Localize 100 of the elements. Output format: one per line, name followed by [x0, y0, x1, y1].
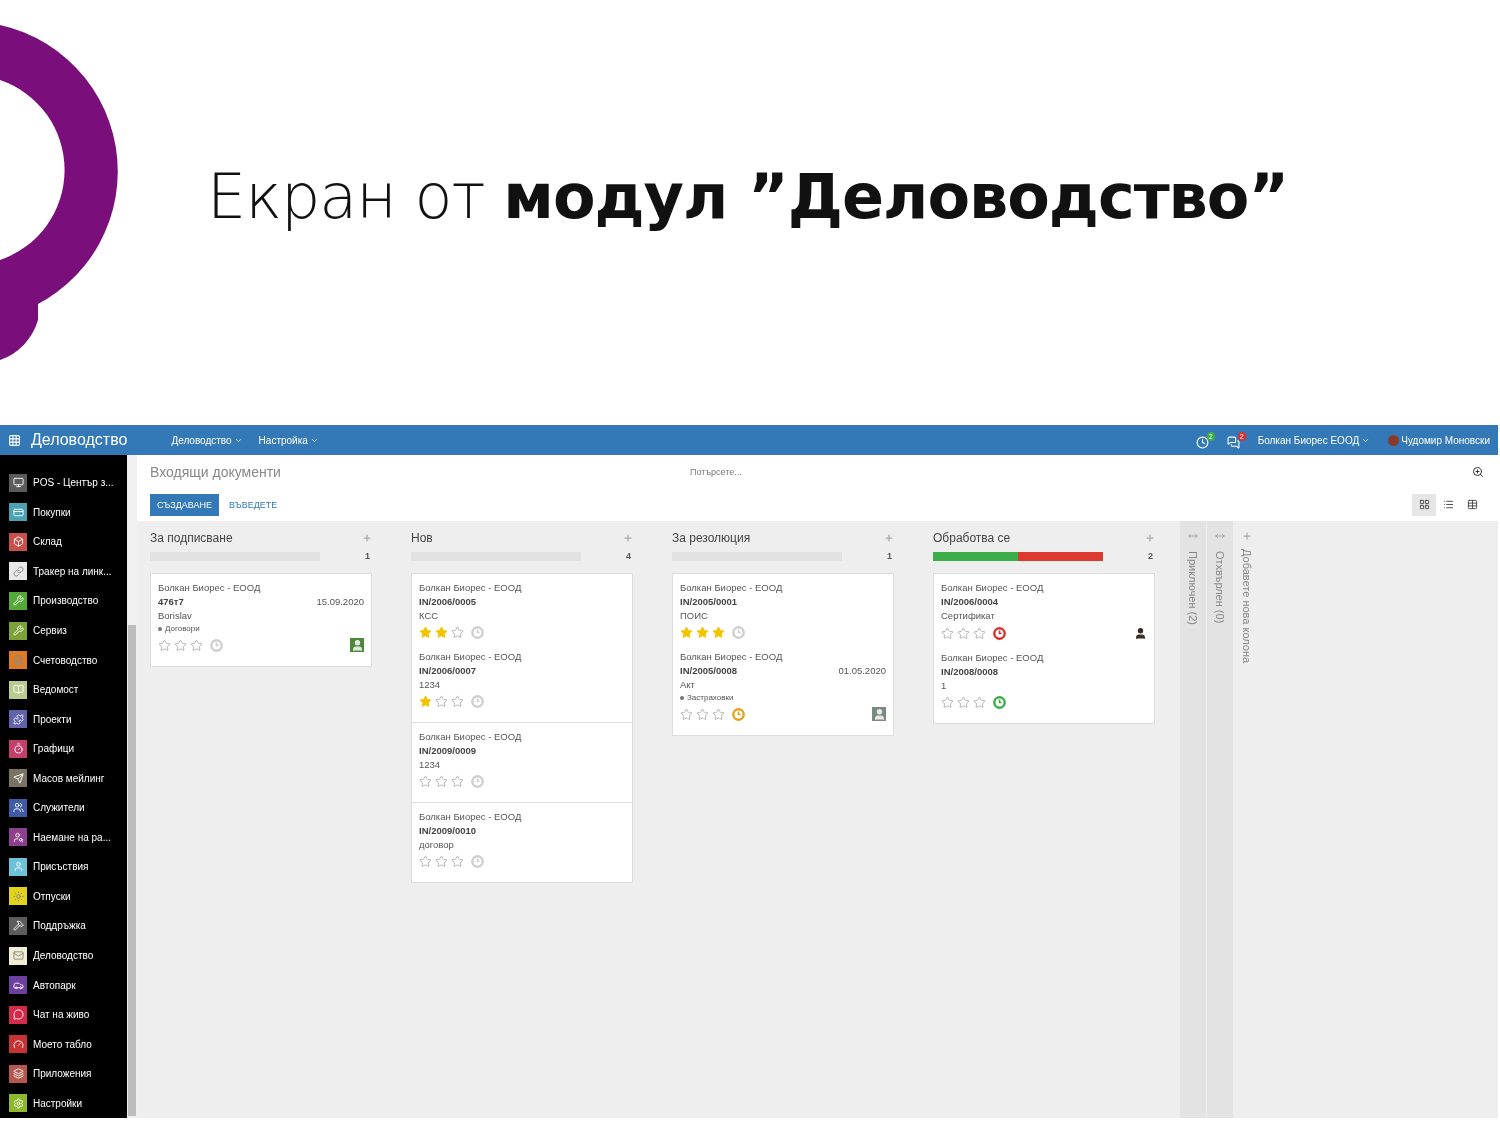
nav-menu[interactable]: Деловодство — [171, 434, 243, 446]
sidebar-item[interactable]: POS - Център з... — [0, 468, 127, 498]
record-card[interactable]: Болкан Биорес - ЕООД IN/2005/0001 ПОИС Болкан Биорес - ЕООД IN/2005/0008 01.05.2020 Акт Застраховки — [672, 573, 894, 736]
sidebar-item[interactable]: Склад — [0, 527, 127, 557]
add-icon[interactable] — [1145, 533, 1155, 543]
document-subject: КСС — [419, 610, 440, 621]
empty-star-icon[interactable] — [158, 638, 171, 652]
brand-title: Деловодство — [31, 431, 128, 449]
empty-star-icon[interactable] — [957, 626, 970, 640]
empty-star-icon[interactable] — [435, 695, 448, 708]
table-icon — [1466, 499, 1478, 510]
document-tag: Застраховки — [687, 693, 734, 702]
sidebar-item[interactable]: Ведомост — [0, 674, 127, 705]
empty-star-icon[interactable] — [419, 855, 432, 868]
sidebar-item[interactable]: Производство — [0, 586, 127, 616]
empty-star-icon[interactable] — [451, 855, 464, 868]
company-name: Болкан Биорес - ЕООД — [419, 582, 523, 593]
filled-star-icon[interactable] — [435, 626, 448, 639]
empty-star-icon[interactable] — [174, 638, 187, 652]
document-number: IN/2005/0001 — [680, 596, 738, 607]
add-icon[interactable] — [1242, 531, 1252, 541]
document-subject: договор — [419, 839, 455, 850]
clock-icon[interactable] — [993, 626, 1006, 640]
record-card[interactable]: Болкан Биорес - ЕООД IN/2009/0010 договор — [411, 802, 633, 883]
add-icon[interactable] — [623, 533, 633, 543]
sidebar-item[interactable]: Графици — [0, 733, 127, 764]
sidebar-item[interactable]: Присъствия — [0, 852, 127, 882]
empty-star-icon[interactable] — [680, 707, 693, 721]
sidebar-item[interactable]: Отпуски — [0, 881, 127, 912]
add-icon[interactable] — [884, 533, 894, 543]
apps-menu-icon[interactable] — [8, 433, 21, 447]
company-name: Болкан Биорес - ЕООД — [419, 651, 523, 662]
company-menu[interactable]: Болкан Биорес ЕООД — [1257, 434, 1371, 446]
sidebar-item[interactable]: Моето табло — [0, 1029, 127, 1059]
record-card[interactable]: Болкан Биорес - ЕООД IN/2006/0004 Сертификат Болкан Биорес - ЕООД IN/2008/0008 1 — [933, 573, 1155, 724]
sidebar-item[interactable]: Тракер на линк... — [0, 556, 127, 587]
document-number: IN/2006/0005 — [419, 596, 477, 607]
filled-star-icon[interactable] — [696, 626, 709, 639]
empty-star-icon[interactable] — [190, 638, 203, 652]
sidebar-item[interactable]: Деловодство — [0, 940, 127, 971]
document-number: 476т7 — [158, 596, 184, 607]
expand-icon[interactable] — [1215, 531, 1225, 541]
record-card[interactable]: Болкан Биорес - ЕООД IN/2009/0009 1234 — [411, 722, 633, 803]
kanban-icon — [1418, 499, 1430, 510]
document-subject: 1234 — [419, 679, 442, 690]
sidebar-item[interactable]: Сервиз — [0, 615, 127, 646]
empty-star-icon[interactable] — [451, 626, 464, 639]
tag-dot-icon — [158, 626, 162, 631]
sidebar-item[interactable]: Наемане на ра... — [0, 822, 127, 853]
filled-star-icon[interactable] — [419, 695, 432, 708]
messages-icon[interactable] — [1226, 435, 1240, 449]
document-tag: Договори — [165, 624, 200, 633]
sidebar-item[interactable]: Проекти — [0, 704, 127, 734]
add-icon[interactable] — [362, 533, 372, 543]
empty-star-icon[interactable] — [712, 707, 725, 721]
activity-icon[interactable] — [1195, 435, 1209, 449]
record-card[interactable]: Болкан Биорес - ЕООД IN/2006/0005 КСС Болкан Биорес - ЕООД IN/2006/0007 1234 — [411, 573, 633, 723]
sidebar-item[interactable]: Чат на живо — [0, 999, 127, 1030]
empty-star-icon[interactable] — [973, 626, 986, 640]
scrollbar-thumb[interactable] — [128, 625, 136, 1116]
sidebar-item[interactable]: Настройки — [0, 1088, 127, 1118]
sidebar-item[interactable]: Поддръжка — [0, 911, 127, 941]
sidebar-item[interactable]: Приложения — [0, 1058, 127, 1089]
filled-star-icon[interactable] — [680, 626, 693, 639]
nav-menu[interactable]: Настройка — [258, 434, 319, 446]
empty-star-icon[interactable] — [435, 775, 448, 788]
empty-star-icon[interactable] — [419, 775, 432, 788]
company-name: Болкан Биорес - ЕООД — [941, 582, 1045, 593]
document-date: 15.09.2020 — [316, 596, 364, 607]
sidebar-item[interactable]: Покупки — [0, 497, 127, 528]
clock-icon[interactable] — [993, 696, 1006, 709]
empty-star-icon[interactable] — [973, 696, 986, 709]
document-number: IN/2005/0008 — [680, 665, 738, 676]
company-name: Болкан Биорес - ЕООД — [680, 651, 784, 662]
user-menu[interactable]: Чудомир Моновски — [1401, 434, 1490, 446]
document-date: 01.05.2020 — [838, 665, 886, 676]
column-title: За подписване — [150, 531, 233, 545]
column-title: Обработва се — [933, 531, 1011, 545]
search-field[interactable]: Потърсете... — [690, 466, 810, 477]
filled-star-icon[interactable] — [419, 626, 432, 639]
document-subject: Акт — [680, 679, 696, 690]
expand-icon[interactable] — [1188, 531, 1198, 541]
filled-star-icon[interactable] — [712, 626, 725, 639]
record-card[interactable]: Болкан Биорес - ЕООД 476т7 15.09.2020 Borislav Договори — [150, 573, 372, 667]
empty-star-icon[interactable] — [957, 696, 970, 709]
create-button[interactable]: СЪЗДАВАНЕ — [150, 493, 220, 516]
search-icon[interactable] — [1472, 465, 1484, 478]
sidebar-item[interactable]: Служители — [0, 793, 127, 823]
sidebar-item[interactable]: Автопарк — [0, 970, 127, 1000]
clock-icon[interactable] — [732, 707, 745, 721]
empty-star-icon[interactable] — [451, 775, 464, 788]
empty-star-icon[interactable] — [696, 707, 709, 721]
empty-star-icon[interactable] — [451, 695, 464, 708]
empty-star-icon[interactable] — [941, 626, 954, 640]
sidebar-item[interactable]: Масов мейлинг — [0, 763, 127, 793]
empty-star-icon[interactable] — [435, 855, 448, 868]
kanban-view-button[interactable] — [1412, 493, 1436, 516]
sidebar-item[interactable]: Счетоводство — [0, 645, 127, 675]
import-button[interactable]: ВЪВЕДЕТЕ — [223, 493, 284, 516]
empty-star-icon[interactable] — [941, 696, 954, 709]
